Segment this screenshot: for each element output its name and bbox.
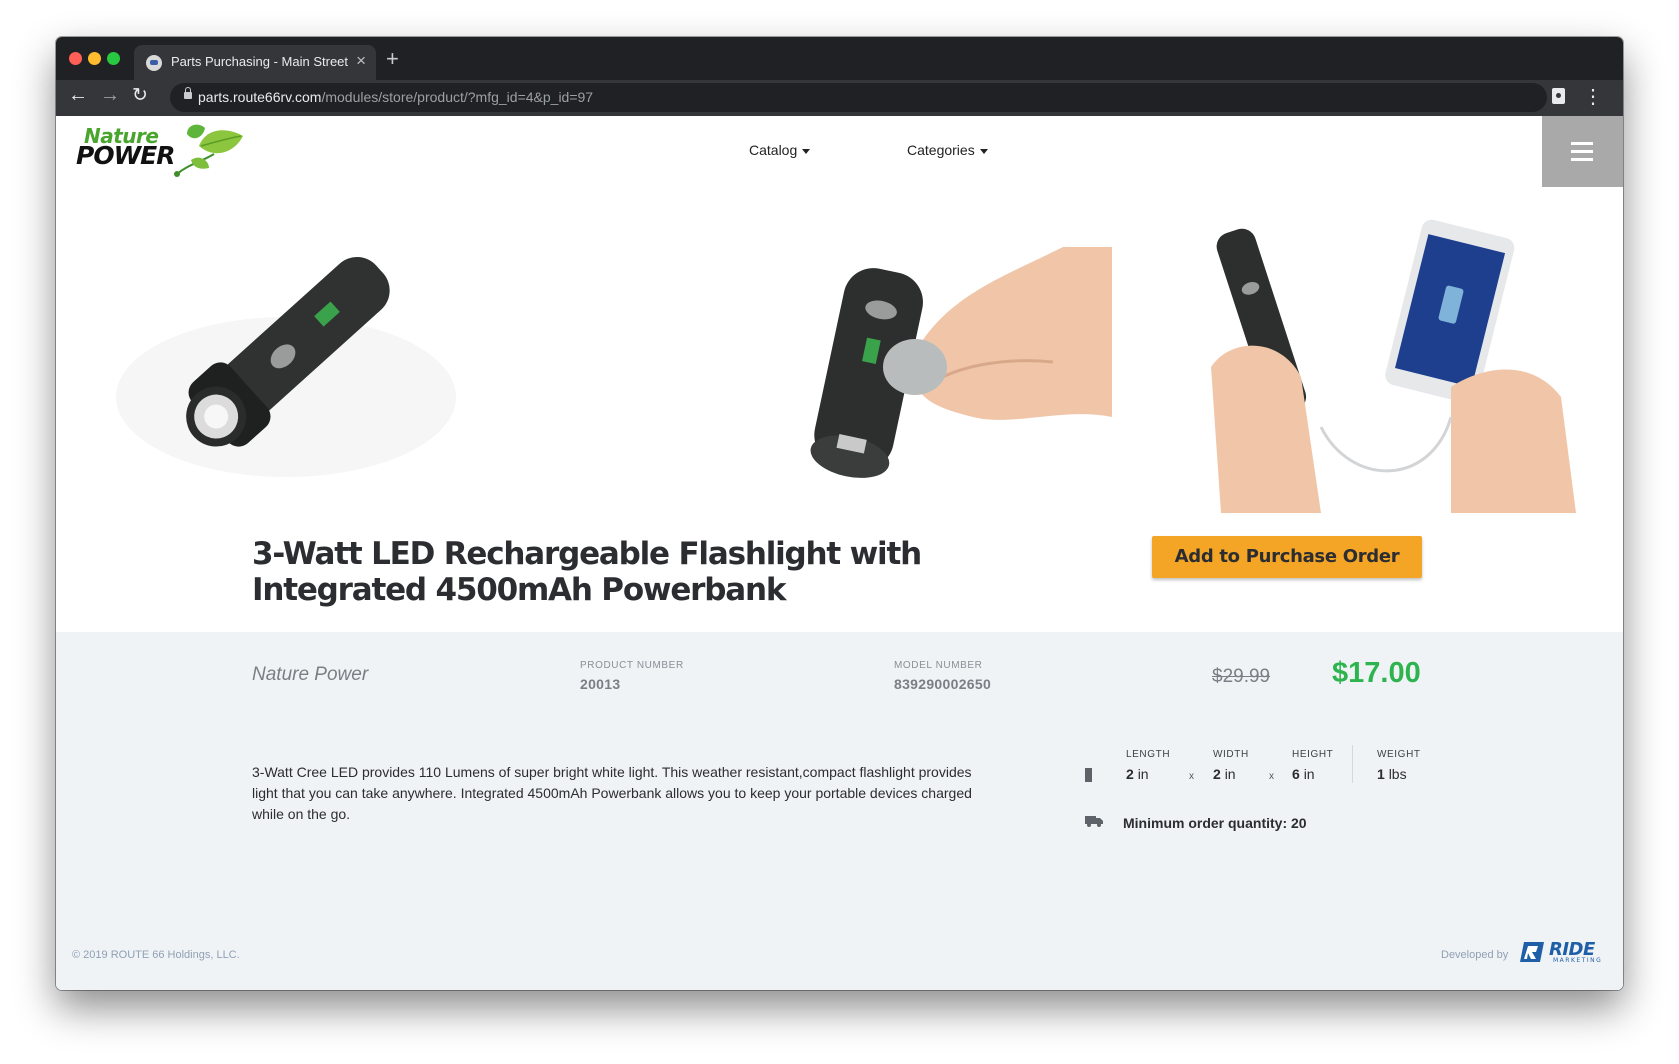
minimum-order-quantity: Minimum order quantity: 20	[1123, 815, 1307, 831]
divider	[1352, 745, 1353, 783]
flashlight-image	[116, 257, 456, 477]
new-tab-icon[interactable]: +	[386, 46, 399, 72]
ride-logo-subtext: MARKETING	[1553, 957, 1603, 964]
model-number-value: 839290002650	[894, 676, 992, 692]
page-content: Nature POWER Catalog Categories 3-Watt L…	[56, 116, 1623, 990]
dimension-separator: x	[1269, 771, 1274, 782]
dimension-separator: x	[1189, 771, 1194, 782]
truck-icon	[1085, 816, 1103, 827]
developed-by-text: Developed by	[1441, 949, 1509, 961]
address-bar[interactable]: parts.route66rv.com/modules/store/produc…	[170, 83, 1547, 112]
leaf-icon	[174, 124, 243, 177]
width-label: WIDTH	[1213, 749, 1249, 760]
nav-categories-dropdown[interactable]: Categories	[907, 142, 988, 158]
sale-price: $17.00	[1332, 657, 1421, 689]
lock-icon	[184, 87, 192, 99]
browser-window: Parts Purchasing - Main Street × + ← → ↻…	[56, 37, 1623, 990]
close-window-button[interactable]	[69, 52, 82, 65]
maximize-window-button[interactable]	[107, 52, 120, 65]
height-value: 6 in	[1292, 766, 1315, 782]
product-image-3[interactable]	[1151, 187, 1576, 513]
product-description: 3-Watt Cree LED provides 110 Lumens of s…	[252, 764, 972, 822]
original-price: $29.99	[1212, 666, 1271, 687]
hamburger-menu-button[interactable]	[1542, 116, 1623, 187]
flashlight-charging-phone-image	[1151, 187, 1576, 513]
kebab-menu-icon[interactable]: ⋮	[1583, 84, 1603, 109]
back-arrow-icon[interactable]: ←	[68, 84, 88, 107]
copyright-text: © 2019 ROUTE 66 Holdings, LLC.	[72, 949, 240, 961]
reload-icon[interactable]: ↻	[132, 84, 148, 107]
add-to-purchase-order-button[interactable]: Add to Purchase Order	[1152, 536, 1422, 578]
tab-title: Parts Purchasing - Main Street	[171, 54, 349, 69]
weight-value: 1 lbs	[1377, 766, 1407, 782]
model-number-label: MODEL NUMBER	[894, 660, 983, 671]
logo-text-power: POWER	[76, 141, 175, 170]
brand-name: Nature Power	[252, 664, 369, 685]
flashlight-powerbank-image	[643, 187, 1112, 513]
length-value: 2 in	[1126, 766, 1149, 782]
browser-tab[interactable]: Parts Purchasing - Main Street ×	[134, 45, 376, 80]
url-text[interactable]: parts.route66rv.com/modules/store/produc…	[198, 89, 593, 105]
length-label: LENGTH	[1126, 749, 1171, 760]
minimize-window-button[interactable]	[88, 52, 101, 65]
tab-bar: Parts Purchasing - Main Street × +	[56, 37, 1623, 80]
product-number-value: 20013	[580, 676, 621, 692]
forward-arrow-icon[interactable]: →	[100, 84, 120, 107]
weight-label: WEIGHT	[1377, 749, 1421, 760]
height-label: HEIGHT	[1292, 749, 1334, 760]
product-image-1[interactable]	[86, 187, 643, 513]
ruler-icon	[1085, 768, 1092, 782]
ride-marketing-logo[interactable]: RIDE MARKETING	[1520, 939, 1606, 965]
caret-down-icon	[802, 148, 811, 154]
product-title: 3-Watt LED Rechargeable Flashlight with …	[252, 536, 922, 608]
product-number-label: PRODUCT NUMBER	[580, 660, 684, 671]
ride-logo-mark-icon	[1520, 942, 1544, 962]
nature-power-logo[interactable]: Nature POWER	[71, 124, 243, 182]
nav-catalog-dropdown[interactable]: Catalog	[749, 142, 811, 158]
tab-close-icon[interactable]: ×	[356, 51, 366, 71]
caret-down-icon	[979, 148, 988, 154]
browser-toolbar: ← → ↻ parts.route66rv.com/modules/store/…	[56, 80, 1623, 116]
extension-icon[interactable]	[1552, 88, 1565, 104]
favicon-icon	[146, 55, 162, 71]
width-value: 2 in	[1213, 766, 1236, 782]
product-image-2[interactable]	[643, 187, 1112, 513]
product-details-section: Nature Power PRODUCT NUMBER 20013 MODEL …	[56, 632, 1623, 990]
